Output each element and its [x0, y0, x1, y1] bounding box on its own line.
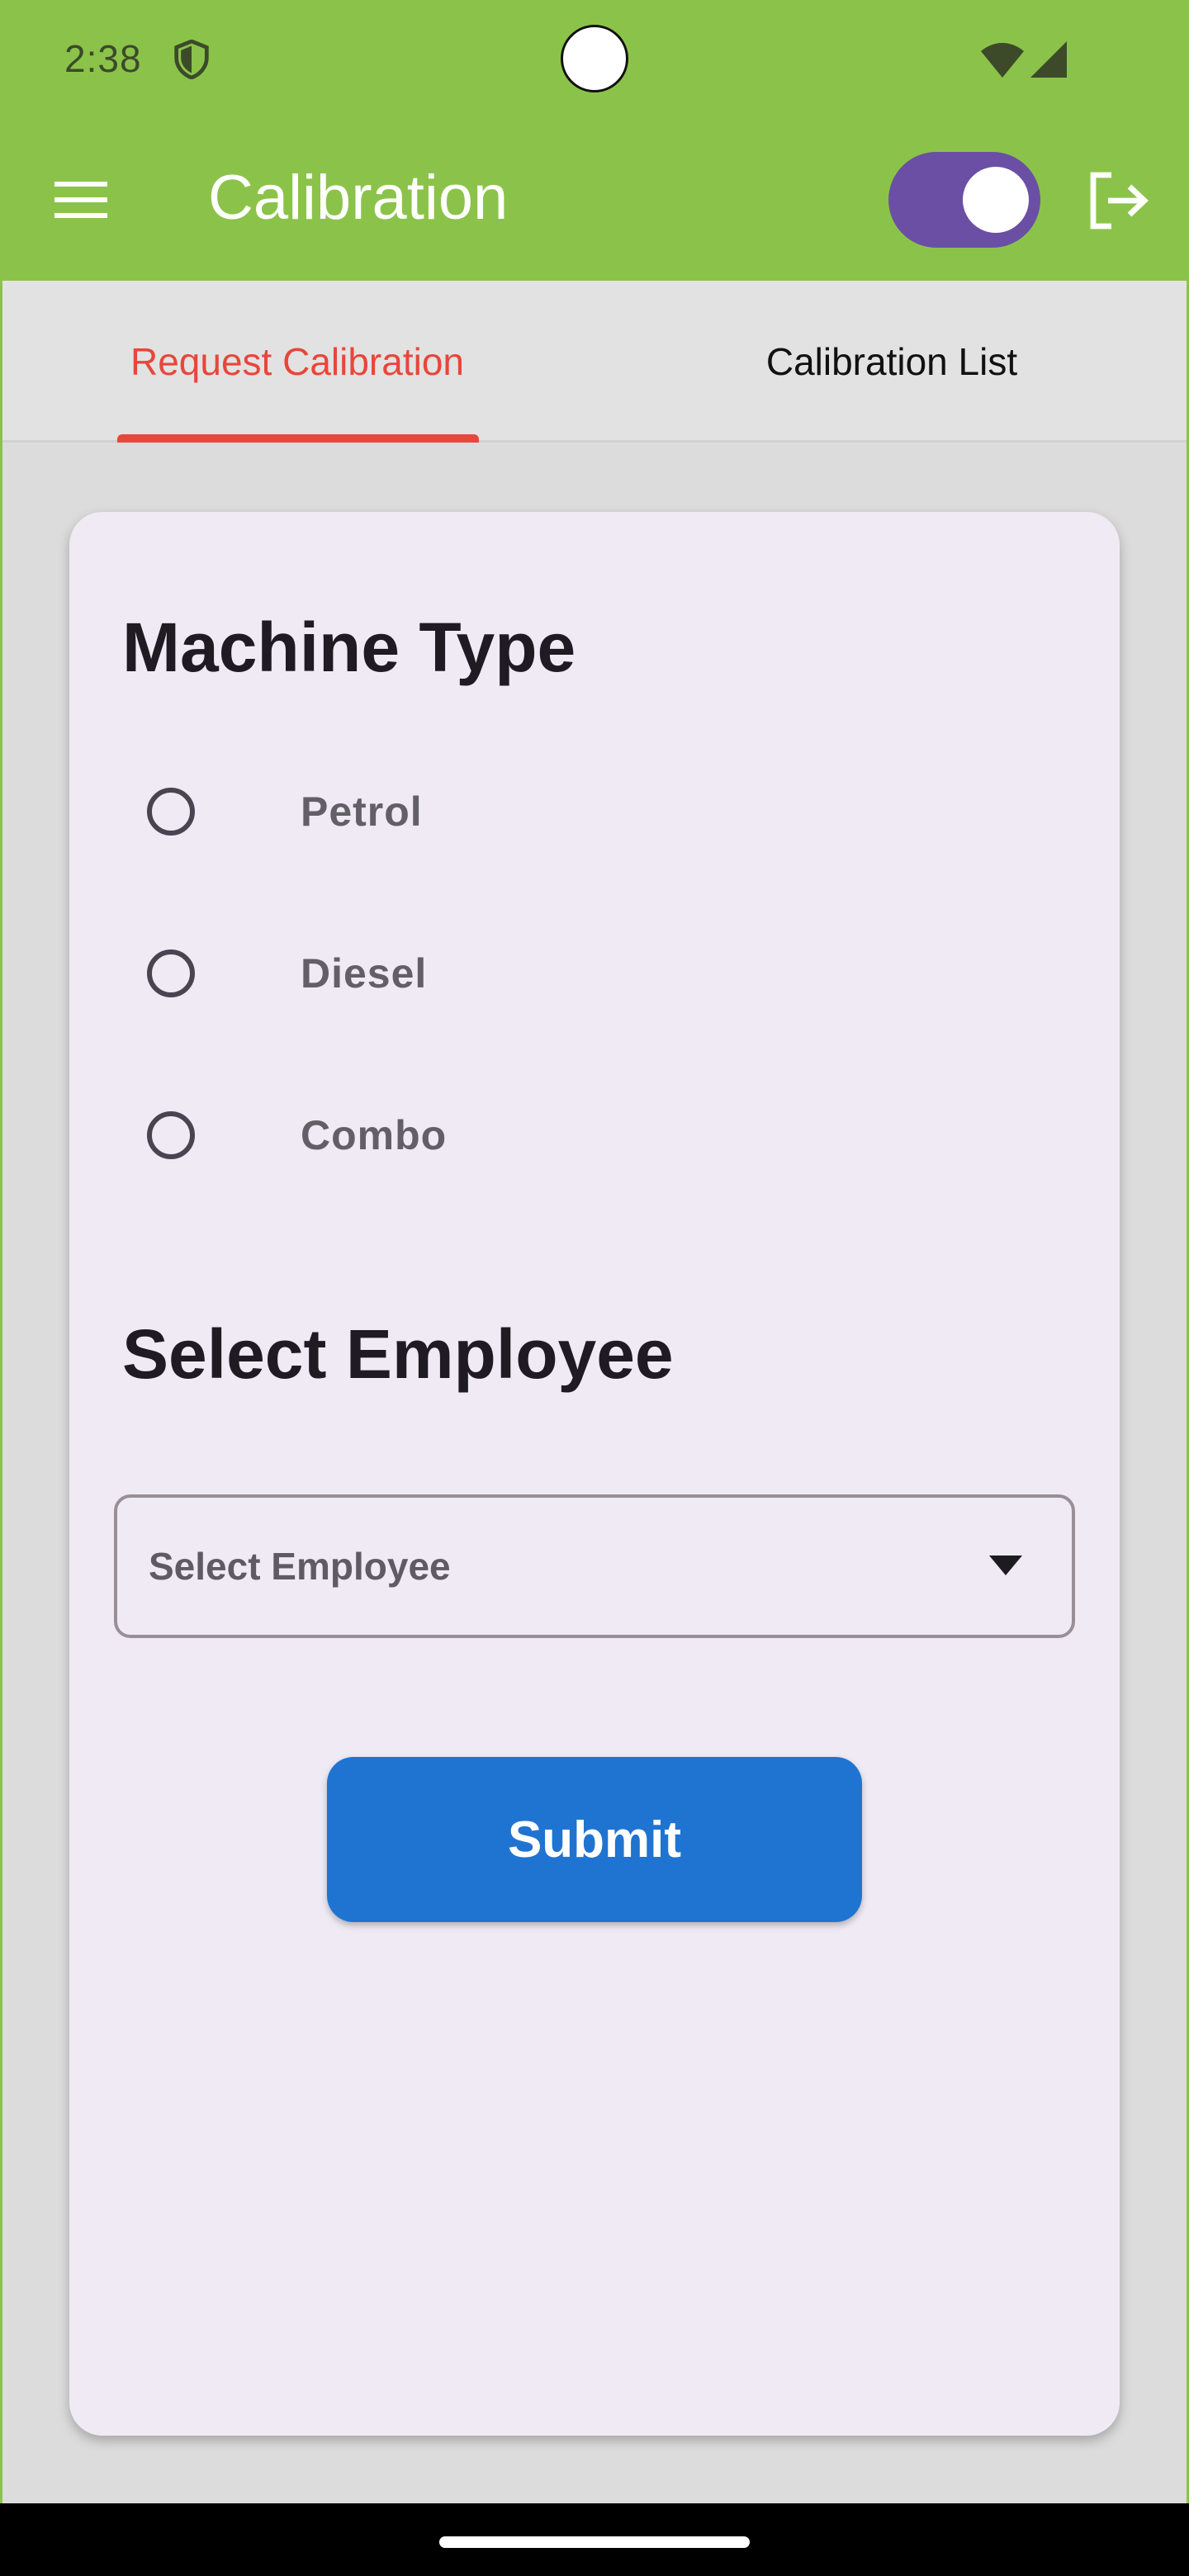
app-header: 2:38 Calibration — [0, 0, 1189, 281]
radio-option-diesel[interactable]: Diesel — [139, 928, 717, 1019]
radio-option-petrol[interactable]: Petrol — [139, 766, 717, 857]
radio-label: Combo — [301, 1112, 448, 1158]
radio-label: Diesel — [301, 950, 428, 997]
select-employee-heading: Select Employee — [122, 1315, 674, 1393]
system-navigation-bar — [0, 2503, 1189, 2576]
shield-icon — [174, 40, 209, 79]
tab-calibration-list[interactable]: Calibration List — [727, 281, 1057, 443]
calibration-screen: 2:38 Calibration Request Calibration Cal… — [0, 0, 1189, 2576]
employee-dropdown[interactable]: Select Employee — [114, 1494, 1075, 1638]
mode-toggle[interactable] — [888, 152, 1040, 248]
tab-request-calibration[interactable]: Request Calibration — [116, 281, 479, 443]
radio-button[interactable] — [147, 949, 195, 997]
wifi-icon — [981, 43, 1024, 78]
machine-type-heading: Machine Type — [122, 608, 576, 686]
submit-button[interactable]: Submit — [327, 1757, 862, 1922]
home-indicator[interactable] — [439, 2536, 750, 2548]
dropdown-value: Select Employee — [149, 1545, 451, 1588]
tab-bar: Request Calibration Calibration List — [0, 281, 1189, 443]
signal-icon — [1030, 41, 1067, 78]
logout-icon[interactable] — [1088, 172, 1149, 230]
page-title: Calibration — [208, 163, 509, 233]
radio-option-combo[interactable]: Combo — [139, 1090, 717, 1181]
radio-label: Petrol — [301, 788, 423, 835]
toggle-knob — [963, 167, 1029, 233]
dropdown-arrow-icon — [989, 1556, 1022, 1575]
status-time: 2:38 — [64, 37, 142, 80]
camera-cutout — [561, 25, 628, 92]
menu-icon[interactable] — [54, 178, 107, 221]
radio-button[interactable] — [147, 788, 195, 836]
active-tab-indicator — [117, 434, 479, 443]
radio-button[interactable] — [147, 1111, 195, 1159]
